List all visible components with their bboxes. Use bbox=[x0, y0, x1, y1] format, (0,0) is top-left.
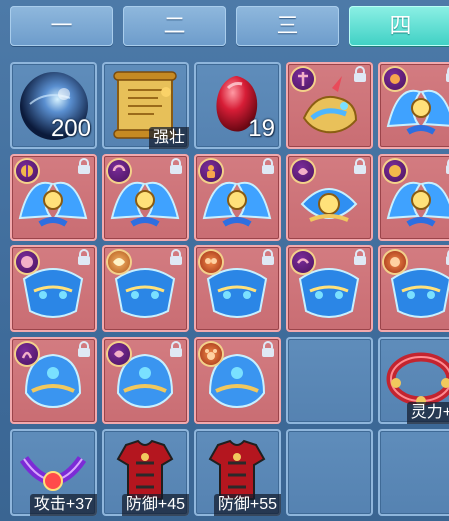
lock-icon bbox=[78, 249, 90, 265]
lock-icon bbox=[170, 341, 182, 357]
lock-icon bbox=[354, 158, 366, 174]
lock-icon bbox=[446, 159, 449, 174]
lock-icon bbox=[262, 249, 274, 265]
item-caption: 强壮 bbox=[148, 127, 189, 149]
attribute-badge bbox=[384, 68, 406, 90]
lock-icon bbox=[78, 158, 90, 174]
attribute-badge bbox=[16, 343, 38, 365]
attribute-badge bbox=[108, 160, 130, 182]
attribute-badge bbox=[200, 160, 222, 182]
lock-icon bbox=[446, 67, 449, 82]
slot-blue-mask[interactable] bbox=[378, 245, 449, 332]
slot-blue-mask[interactable] bbox=[10, 245, 97, 332]
attribute-badge bbox=[16, 160, 38, 182]
slot-blue-helmet[interactable] bbox=[194, 337, 281, 424]
attribute-badge bbox=[16, 251, 38, 273]
lock-icon bbox=[354, 249, 366, 265]
inventory-grid: 200 强壮 19 灵力+ 攻击+37 防御+45 防御+55 bbox=[0, 0, 449, 521]
slot-scroll[interactable]: 强壮 bbox=[102, 62, 189, 149]
slot-purple-necklace[interactable]: 攻击+37 bbox=[10, 429, 97, 516]
attribute-badge bbox=[108, 343, 130, 365]
slot-blue-helmet[interactable] bbox=[102, 337, 189, 424]
attribute-badge bbox=[384, 160, 406, 182]
lock-icon bbox=[446, 250, 449, 265]
lock-icon bbox=[170, 158, 182, 174]
slot-red-armor[interactable]: 防御+55 bbox=[194, 429, 281, 516]
attribute-badge bbox=[200, 343, 222, 365]
slot-red-bracelet[interactable]: 灵力+2 bbox=[378, 337, 449, 424]
slot-empty[interactable] bbox=[286, 337, 373, 424]
slot-blue-mask[interactable] bbox=[194, 245, 281, 332]
slot-blue-wing-ornament[interactable] bbox=[378, 62, 449, 149]
slot-empty[interactable] bbox=[286, 429, 373, 516]
lock-icon bbox=[262, 158, 274, 174]
item-caption: 防御+55 bbox=[213, 494, 281, 516]
slot-blue-orb[interactable]: 200 bbox=[10, 62, 97, 149]
slot-red-armor[interactable]: 防御+45 bbox=[102, 429, 189, 516]
slot-blue-helmet[interactable] bbox=[10, 337, 97, 424]
item-count: 200 bbox=[50, 115, 91, 142]
slot-blue-wing-ornament[interactable] bbox=[378, 154, 449, 241]
slot-red-gem[interactable]: 19 bbox=[194, 62, 281, 149]
slot-blue-mask[interactable] bbox=[102, 245, 189, 332]
item-caption: 灵力+2 bbox=[406, 402, 449, 424]
slot-empty[interactable] bbox=[378, 429, 449, 516]
item-caption: 攻击+37 bbox=[29, 494, 97, 516]
attribute-badge bbox=[292, 251, 314, 273]
attribute-badge bbox=[292, 68, 314, 90]
slot-blue-wing-ornament[interactable] bbox=[286, 154, 373, 241]
item-count: 19 bbox=[248, 115, 275, 142]
lock-icon bbox=[78, 341, 90, 357]
lock-icon bbox=[262, 341, 274, 357]
slot-blue-wing-ornament[interactable] bbox=[194, 154, 281, 241]
slot-blue-wing-ornament[interactable] bbox=[10, 154, 97, 241]
slot-blue-wing-ornament[interactable] bbox=[102, 154, 189, 241]
attribute-badge bbox=[292, 160, 314, 182]
lock-icon bbox=[170, 249, 182, 265]
attribute-badge bbox=[384, 251, 406, 273]
attribute-badge bbox=[200, 251, 222, 273]
lock-icon bbox=[354, 66, 366, 82]
slot-blue-mask[interactable] bbox=[286, 245, 373, 332]
item-caption: 防御+45 bbox=[121, 494, 189, 516]
attribute-badge bbox=[108, 251, 130, 273]
slot-dragon-charm[interactable] bbox=[286, 62, 373, 149]
